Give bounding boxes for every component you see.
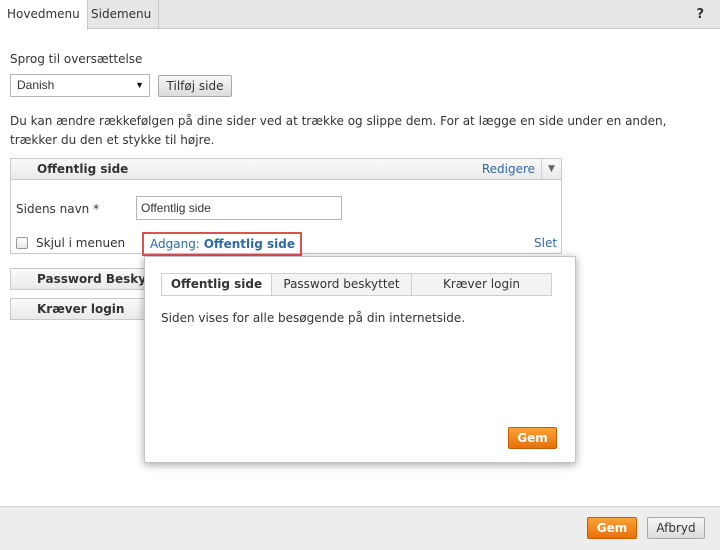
page-panel-header[interactable]: Offentlig side Redigere ▼ [10, 158, 562, 180]
reorder-info-text: Du kan ændre rækkefølgen på dine sider v… [10, 114, 667, 147]
access-link[interactable]: Adgang: Offentlig side [142, 232, 302, 256]
footer-bar: Gem Afbryd [0, 506, 720, 550]
hide-in-menu-checkbox[interactable] [16, 237, 28, 249]
tab-kraever-login[interactable]: Kræver login [412, 274, 551, 295]
edit-link[interactable]: Redigere [482, 162, 535, 176]
access-prefix: Adgang: [150, 237, 200, 251]
dropdown-arrow-icon: ▼ [135, 80, 144, 90]
popup-save-button[interactable]: Gem [508, 427, 557, 449]
access-popup: Offentlig side Password beskyttet Kræver… [144, 256, 576, 463]
page-name-input[interactable]: Offentlig side [136, 196, 342, 220]
access-value: Offentlig side [203, 237, 296, 251]
hide-in-menu-label: Skjul i menuen [36, 236, 126, 250]
help-icon[interactable]: ? [696, 7, 704, 22]
chevron-down-icon[interactable]: ▼ [541, 159, 561, 179]
save-button[interactable]: Gem [587, 517, 637, 539]
page-name-label: Sidens navn * [16, 202, 100, 216]
access-tabs: Offentlig side Password beskyttet Kræver… [161, 273, 552, 296]
tab-offentlig-side[interactable]: Offentlig side [162, 274, 272, 295]
language-select-value: Danish [17, 78, 55, 92]
page-title: Password Beskyt [37, 272, 152, 286]
cancel-button[interactable]: Afbryd [647, 517, 705, 539]
tab-hovedmenu[interactable]: Hovedmenu [0, 0, 88, 30]
page-title: Offentlig side [37, 162, 129, 176]
tab-sidemenu[interactable]: Sidemenu [84, 0, 160, 29]
add-page-button[interactable]: Tilføj side [158, 75, 232, 97]
tab-password-beskyttet[interactable]: Password beskyttet [272, 274, 412, 295]
page-title: Kræver login [37, 302, 125, 316]
language-label: Sprog til oversættelse [10, 52, 143, 66]
delete-link[interactable]: Slet [534, 236, 557, 250]
top-tab-bar: Hovedmenu Sidemenu ? [0, 0, 720, 30]
language-select[interactable]: Danish ▼ [10, 74, 150, 97]
access-description: Siden vises for alle besøgende på din in… [161, 311, 466, 325]
